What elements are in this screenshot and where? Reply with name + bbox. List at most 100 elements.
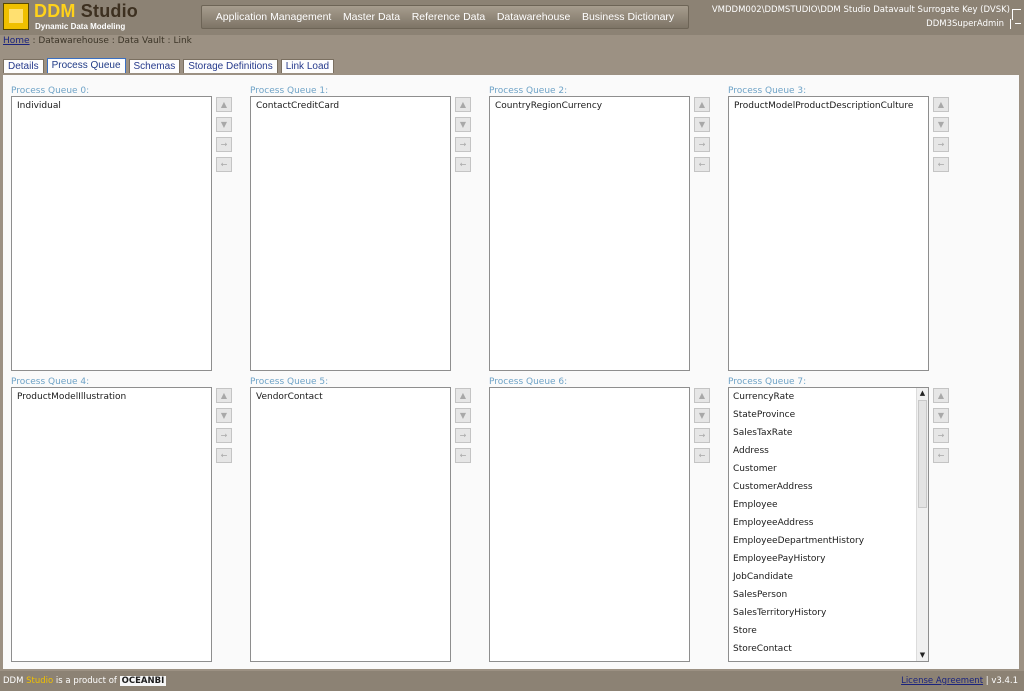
list-item[interactable]: VendorContact	[251, 388, 450, 406]
scroll-up-icon[interactable]: ▲	[917, 388, 928, 399]
top-navigation: Application Management Master Data Refer…	[201, 5, 689, 29]
move-right-button[interactable]: →	[694, 428, 710, 443]
list-item[interactable]: ProductModelProductDescriptionCulture	[729, 97, 928, 115]
app-header: DDM Studio Dynamic Data Modeling Applica…	[0, 0, 1024, 35]
process-queue-0-label: Process Queue 0:	[11, 86, 90, 96]
list-item[interactable]: SalesTaxRate	[729, 424, 928, 442]
process-queue-0-list[interactable]: Individual	[11, 96, 212, 371]
list-item[interactable]: Store	[729, 622, 928, 640]
move-left-button[interactable]: ←	[455, 448, 471, 463]
tab-details[interactable]: Details	[3, 59, 44, 73]
list-scrollbar[interactable]: ▲ ▼	[916, 388, 928, 661]
license-agreement-link[interactable]: License Agreement	[901, 676, 983, 686]
move-left-button[interactable]: ←	[694, 157, 710, 172]
list-item[interactable]: SalesTerritoryHistory	[729, 604, 928, 622]
logo-title: DDM Studio	[34, 1, 138, 21]
process-queue-3-list[interactable]: ProductModelProductDescriptionCulture	[728, 96, 929, 371]
list-item[interactable]: StateProvince	[729, 406, 928, 424]
move-right-button[interactable]: →	[455, 137, 471, 152]
process-queue-3-label: Process Queue 3:	[728, 86, 807, 96]
move-left-button[interactable]: ←	[216, 448, 232, 463]
move-up-button[interactable]: ▲	[933, 97, 949, 112]
move-down-button[interactable]: ▼	[694, 117, 710, 132]
process-queue-2-list[interactable]: CountryRegionCurrency	[489, 96, 690, 371]
process-queue-4-label: Process Queue 4:	[11, 377, 90, 387]
process-queue-2-label: Process Queue 2:	[489, 86, 568, 96]
move-down-button[interactable]: ▼	[933, 408, 949, 423]
company-logo: OCEANBI	[119, 676, 167, 686]
list-item[interactable]: Customer	[729, 460, 928, 478]
logo-subtitle: Dynamic Data Modeling	[35, 22, 126, 31]
move-up-button[interactable]: ▲	[694, 97, 710, 112]
move-up-button[interactable]: ▲	[455, 388, 471, 403]
list-item[interactable]: EmployeeAddress	[729, 514, 928, 532]
logout-icon[interactable]	[1012, 9, 1021, 24]
move-right-button[interactable]: →	[933, 137, 949, 152]
tab-bar: Details Process Queue Schemas Storage De…	[3, 58, 335, 75]
breadcrumb-home-link[interactable]: Home	[3, 36, 30, 46]
list-item[interactable]: EmployeeDepartmentHistory	[729, 532, 928, 550]
tab-link-load[interactable]: Link Load	[280, 59, 335, 73]
process-queue-4-list[interactable]: ProductModelIllustration	[11, 387, 212, 662]
process-queue-5-list[interactable]: VendorContact	[250, 387, 451, 662]
move-left-button[interactable]: ←	[455, 157, 471, 172]
move-right-button[interactable]: →	[216, 428, 232, 443]
current-user: DDM3SuperAdmin	[926, 19, 1004, 29]
move-right-button[interactable]: →	[694, 137, 710, 152]
move-right-button[interactable]: →	[455, 428, 471, 443]
move-left-button[interactable]: ←	[933, 157, 949, 172]
move-left-button[interactable]: ←	[694, 448, 710, 463]
logo-icon	[3, 3, 29, 30]
nav-application-management[interactable]: Application Management	[216, 11, 332, 23]
scroll-down-icon[interactable]: ▼	[917, 650, 928, 661]
breadcrumb-path: : Datawarehouse : Data Vault : Link	[29, 36, 192, 46]
move-up-button[interactable]: ▲	[216, 97, 232, 112]
list-item[interactable]: Individual	[12, 97, 211, 115]
move-left-button[interactable]: ←	[933, 448, 949, 463]
process-queue-7-list[interactable]: CurrencyRate StateProvince SalesTaxRate Add…	[728, 387, 929, 662]
process-queue-5-label: Process Queue 5:	[250, 377, 329, 387]
move-up-button[interactable]: ▲	[933, 388, 949, 403]
tab-process-queue[interactable]: Process Queue	[46, 58, 126, 73]
nav-datawarehouse[interactable]: Datawarehouse	[497, 11, 571, 23]
list-item[interactable]: Address	[729, 442, 928, 460]
list-item[interactable]: CountryRegionCurrency	[490, 97, 689, 115]
move-down-button[interactable]: ▼	[694, 408, 710, 423]
move-down-button[interactable]: ▼	[455, 117, 471, 132]
move-down-button[interactable]: ▼	[216, 117, 232, 132]
list-item[interactable]: ContactCreditCard	[251, 97, 450, 115]
list-item[interactable]: CurrencyRate	[729, 388, 928, 406]
tab-storage-definitions[interactable]: Storage Definitions	[183, 59, 278, 73]
move-up-button[interactable]: ▲	[216, 388, 232, 403]
move-down-button[interactable]: ▼	[216, 408, 232, 423]
process-queue-panel: Process Queue 0: Individual ▲ ▼ → ← Process Qu…	[3, 75, 1019, 669]
breadcrumb: Home : Datawarehouse : Data Vault : Link	[3, 36, 192, 46]
app-footer: DDM Studio is a product of OCEANBI Licen…	[0, 671, 1024, 691]
move-up-button[interactable]: ▲	[455, 97, 471, 112]
footer-credit: DDM Studio is a product of OCEANBI	[3, 676, 167, 686]
process-queue-6-label: Process Queue 6:	[489, 377, 568, 387]
header-divider	[1010, 19, 1011, 29]
list-item[interactable]: SalesPerson	[729, 586, 928, 604]
list-item[interactable]: ProductModelIllustration	[12, 388, 211, 406]
process-queue-6-list[interactable]	[489, 387, 690, 662]
list-item[interactable]: JobCandidate	[729, 568, 928, 586]
nav-master-data[interactable]: Master Data	[343, 11, 400, 23]
scroll-thumb[interactable]	[918, 400, 927, 508]
move-right-button[interactable]: →	[933, 428, 949, 443]
move-up-button[interactable]: ▲	[694, 388, 710, 403]
nav-business-dictionary[interactable]: Business Dictionary	[582, 11, 674, 23]
version-label: v3.4.1	[991, 676, 1018, 686]
list-item[interactable]: StoreContact	[729, 640, 928, 658]
list-item[interactable]: Employee	[729, 496, 928, 514]
move-down-button[interactable]: ▼	[455, 408, 471, 423]
server-info: VMDDM002\DDMSTUDIO\DDM Studio Datavault …	[711, 5, 1010, 15]
nav-reference-data[interactable]: Reference Data	[412, 11, 486, 23]
process-queue-1-list[interactable]: ContactCreditCard	[250, 96, 451, 371]
move-down-button[interactable]: ▼	[933, 117, 949, 132]
tab-schemas[interactable]: Schemas	[128, 59, 181, 73]
move-right-button[interactable]: →	[216, 137, 232, 152]
list-item[interactable]: CustomerAddress	[729, 478, 928, 496]
list-item[interactable]: EmployeePayHistory	[729, 550, 928, 568]
move-left-button[interactable]: ←	[216, 157, 232, 172]
